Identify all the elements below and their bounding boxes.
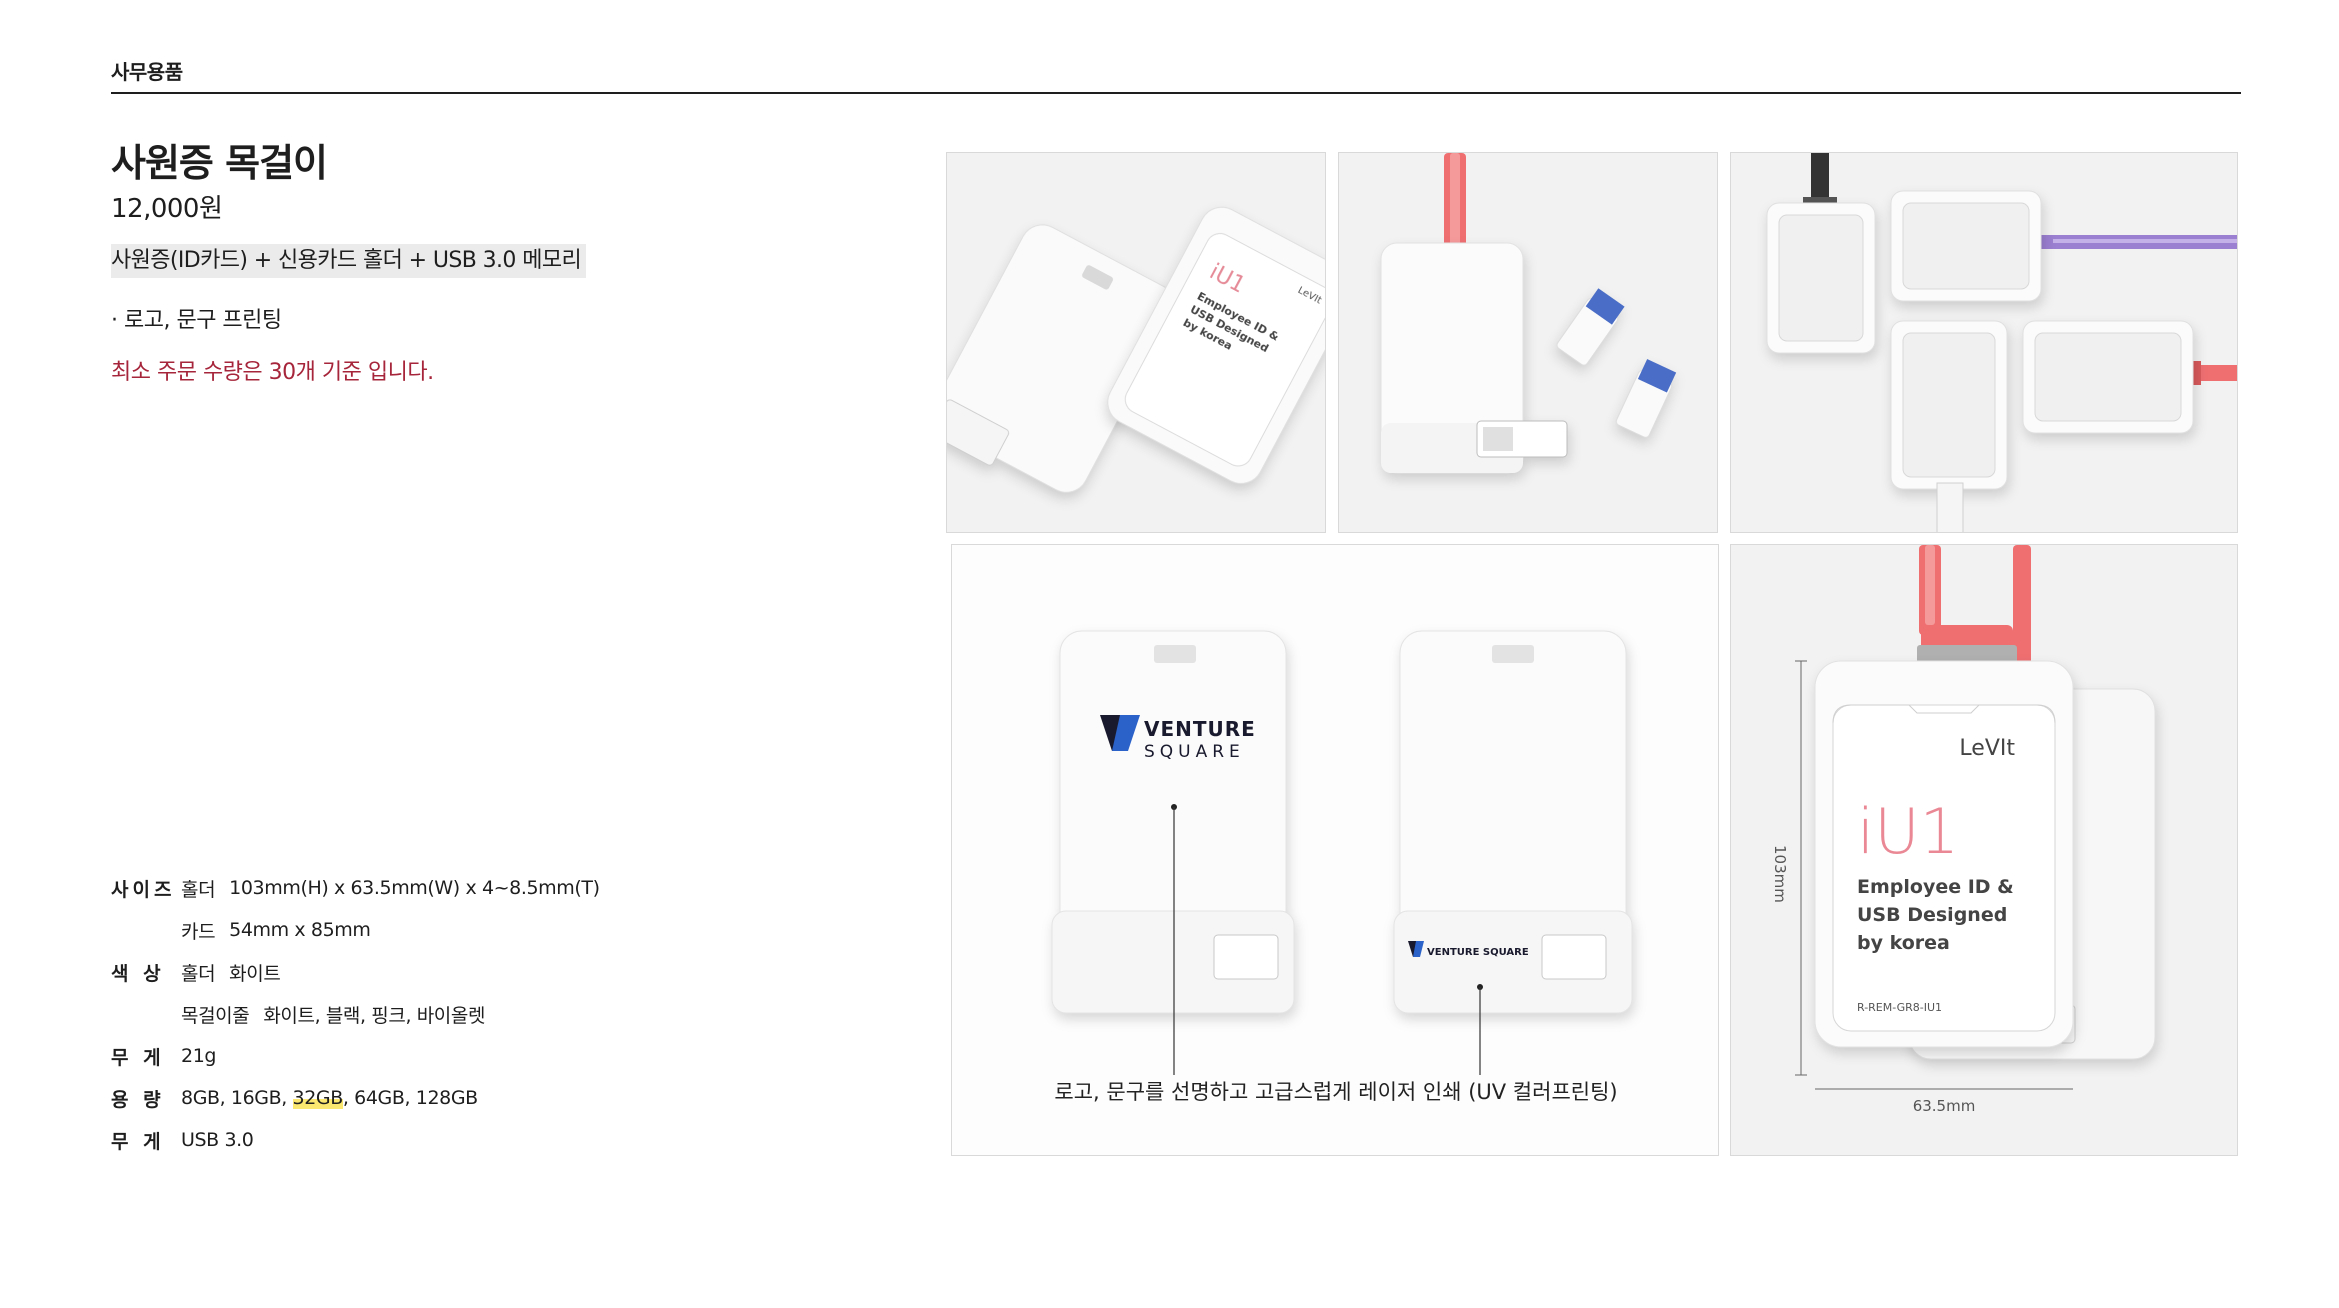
spec-strap-label: 목걸이줄	[181, 1004, 250, 1027]
spec-holder-color-label: 홀더	[181, 962, 216, 985]
holder-code: R-REM-GR8-IU1	[1857, 1001, 1942, 1014]
logo-small-text: VENTURE SQUARE	[1427, 947, 1529, 958]
product-title: 사원증 목걸이	[111, 141, 328, 185]
dimension-width: 63.5mm	[1913, 1097, 1976, 1115]
section-label: 사무용품	[111, 60, 183, 84]
spec-weight-value: 21g	[181, 1045, 217, 1067]
spec-capacity-after: , 64GB, 128GB	[342, 1087, 478, 1109]
spec-color-key: 색 상	[111, 962, 165, 985]
spec-holder-size: 103mm(H) x 63.5mm(W) x 4~8.5mm(T)	[229, 877, 600, 899]
spec-holder-label: 홀더	[181, 878, 216, 901]
holder-brand: LeVIt	[1959, 736, 2015, 761]
spec-usb-value: USB 3.0	[181, 1129, 254, 1151]
product-photo-dimensions: LeVIt iU1 Employee ID & USB Designed by …	[1730, 544, 2238, 1156]
product-components: 사원증(ID카드) + 신용카드 홀더 + USB 3.0 메모리	[111, 244, 586, 278]
spec-weight-row: 무 게 21g	[111, 1036, 216, 1076]
spec-capacity-key: 용 량	[111, 1088, 165, 1111]
spec-card-size-row: 카드 54mm x 85mm	[111, 910, 371, 950]
logo-word-square: SQUARE	[1144, 742, 1245, 762]
spec-usb-row: 무 게 USB 3.0	[111, 1120, 254, 1160]
spec-color-row: 색 상 홀더 화이트	[111, 952, 281, 992]
product-price: 12,000원	[111, 194, 223, 224]
product-photo-printing: VENTURE SQUARE VENTURE SQUARE 로고, 문구를 선명…	[951, 544, 1719, 1156]
holder-text-line-1: Employee ID &	[1857, 876, 2014, 898]
holder-text-line-2: USB Designed	[1857, 904, 2007, 926]
spec-capacity-before: 8GB, 16GB,	[181, 1087, 293, 1109]
min-order-note: 최소 주문 수량은 30개 기준 입니다.	[111, 360, 434, 385]
dimension-height: 103mm	[1771, 845, 1789, 903]
spec-strap-row: 목걸이줄 화이트, 블랙, 핑크, 바이올렛	[111, 994, 485, 1034]
spec-card-size: 54mm x 85mm	[229, 919, 371, 941]
spec-size-row: 사이즈 홀더 103mm(H) x 63.5mm(W) x 4~8.5mm(T)	[111, 868, 600, 908]
spec-capacity-row: 용 량 8GB, 16GB, 32GB, 64GB, 128GB	[111, 1078, 478, 1118]
holder-model: iU1	[1857, 795, 1959, 868]
spec-capacity-highlight: 32GB	[292, 1087, 343, 1109]
print-caption: 로고, 문구를 선명하고 고급스럽게 레이저 인쇄 (UV 컬러프린팅)	[1054, 1080, 1617, 1104]
components-text: 사원증(ID카드) + 신용카드 홀더 + USB 3.0 메모리	[111, 248, 582, 273]
holder-text-line-3: by korea	[1857, 932, 1950, 954]
spec-usb-key: 무 게	[111, 1130, 165, 1153]
header-divider	[111, 92, 2241, 94]
spec-card-label: 카드	[181, 920, 216, 943]
product-feature: · 로고, 문구 프린팅	[111, 308, 282, 333]
spec-weight-key: 무 게	[111, 1046, 165, 1069]
product-photo-usb	[1338, 152, 1718, 533]
product-photo-frames	[1730, 152, 2238, 533]
spec-holder-color: 화이트	[229, 962, 281, 985]
spec-size-key: 사이즈	[111, 878, 176, 901]
logo-word-venture: VENTURE	[1144, 717, 1256, 741]
product-photo-angled: iU1 Employee ID & USB Designed by korea …	[946, 152, 1326, 533]
spec-strap-colors: 화이트, 블랙, 핑크, 바이올렛	[263, 1004, 486, 1027]
